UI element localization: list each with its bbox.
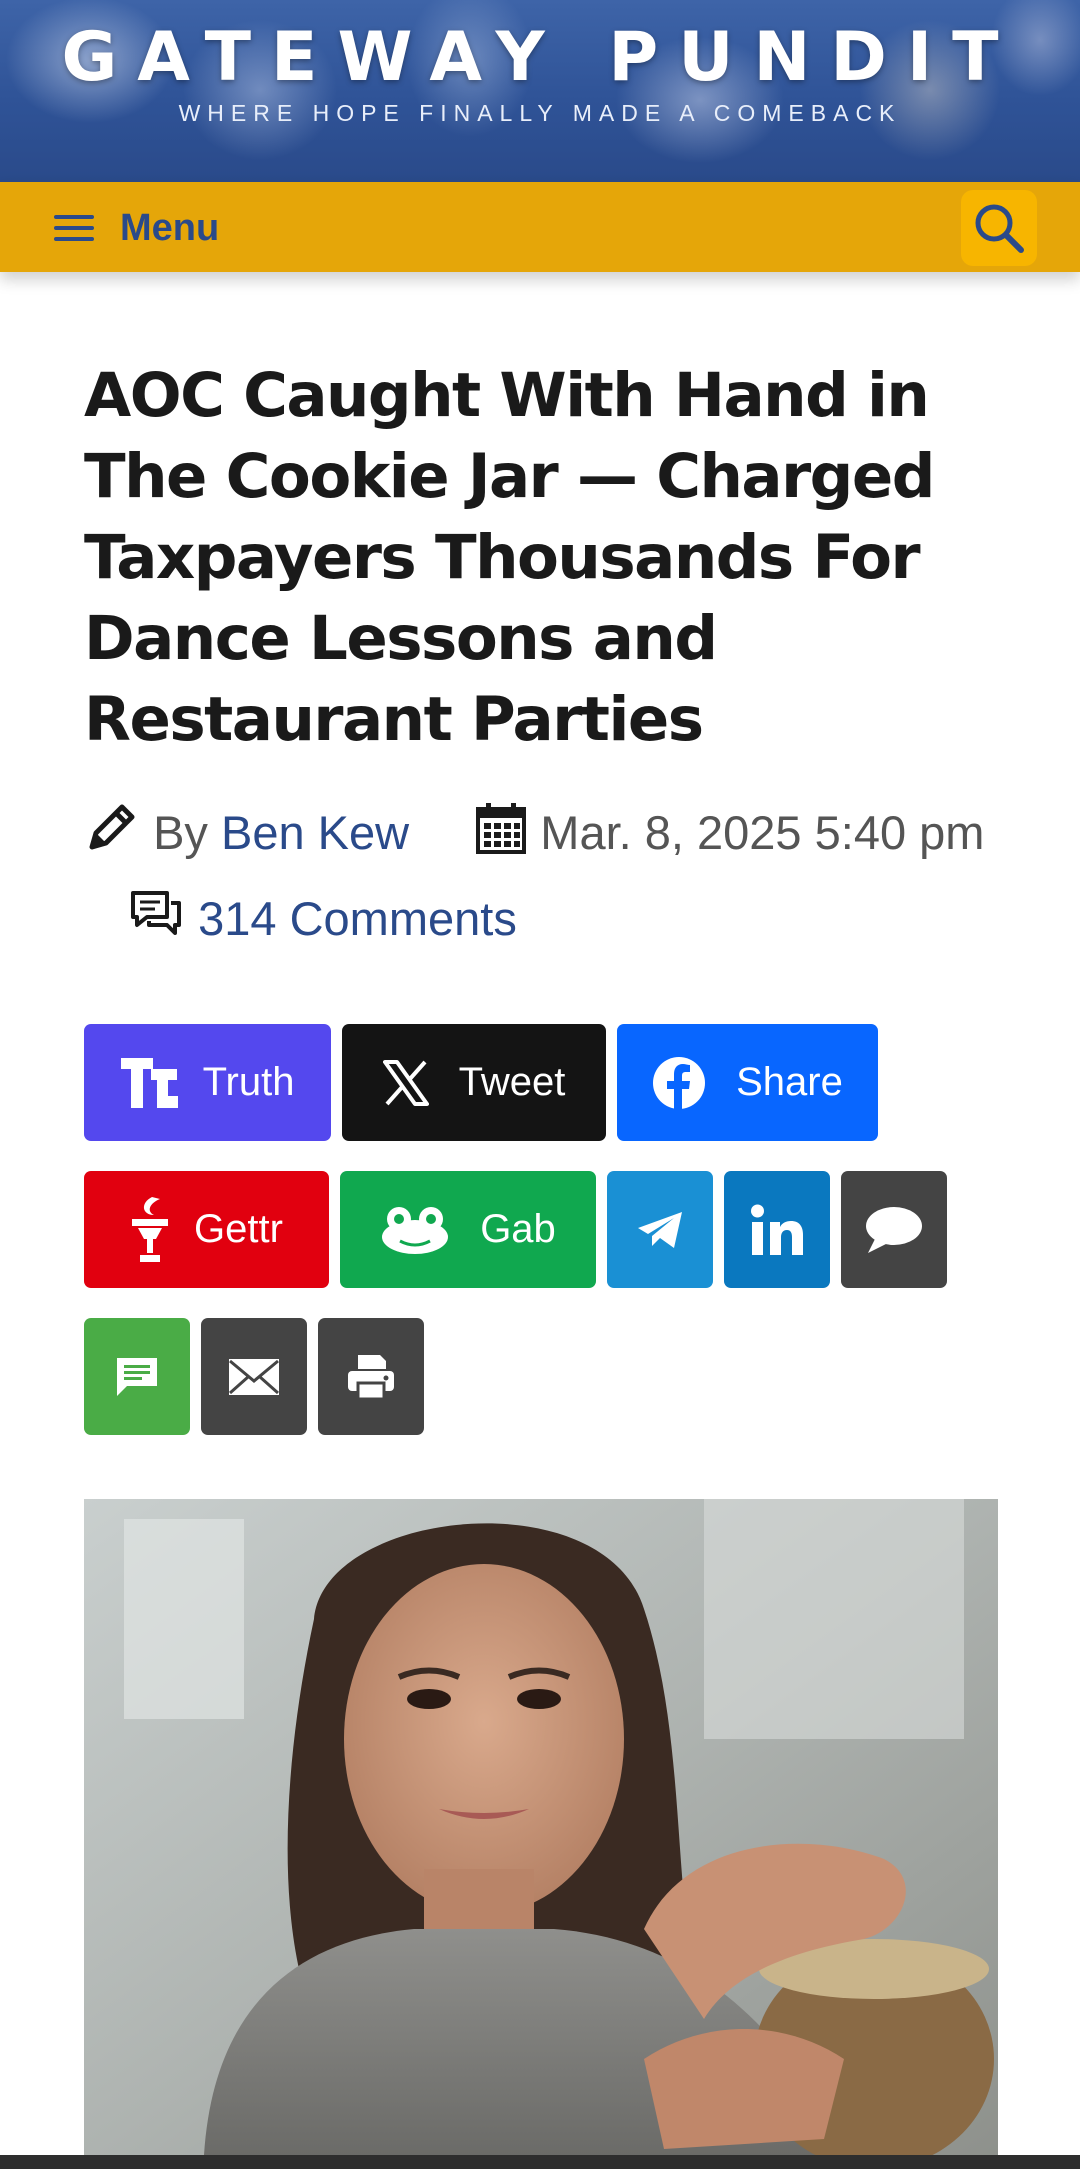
printer-icon (348, 1354, 394, 1400)
telegram-icon (638, 1211, 682, 1248)
share-truth-label: Truth (202, 1060, 295, 1104)
speech-bubble-icon (866, 1206, 922, 1253)
share-gettr-label: Gettr (194, 1207, 283, 1251)
share-tweet-label: Tweet (458, 1060, 566, 1104)
bottom-strip (0, 2155, 1080, 2169)
gettr-icon (132, 1196, 169, 1262)
article-hero-image (84, 1499, 998, 2155)
menu-bar: Menu (0, 182, 1080, 272)
site-tagline: WHERE HOPE FINALLY MADE A COMEBACK (178, 100, 902, 126)
hamburger-icon (52, 212, 96, 244)
comments-icon (131, 891, 182, 935)
article-headline: AOC Caught With Hand in The Cookie Jar —… (84, 360, 935, 755)
linkedin-icon (751, 1204, 803, 1255)
search-icon (975, 204, 1024, 253)
share-facebook-label: Share (736, 1060, 843, 1104)
share-email-button[interactable] (201, 1318, 307, 1435)
byline-prefix: By (153, 806, 208, 859)
share-gab-button[interactable]: Gab (340, 1171, 596, 1288)
publish-date: Mar. 8, 2025 5:40 pm (540, 806, 985, 859)
pencil-icon (89, 804, 135, 850)
search-button[interactable] (961, 190, 1037, 266)
share-gab-label: Gab (480, 1207, 556, 1251)
email-icon (229, 1358, 279, 1395)
facebook-icon (653, 1056, 706, 1110)
comments-link[interactable]: 314 Comments (198, 892, 517, 945)
author-link[interactable]: Ben Kew (221, 806, 409, 859)
share-facebook-button[interactable]: Share (617, 1024, 878, 1141)
share-sms-button[interactable] (84, 1318, 190, 1435)
x-icon (382, 1059, 429, 1106)
share-truth-button[interactable]: Truth (84, 1024, 331, 1141)
truth-social-icon (120, 1057, 178, 1108)
share-telegram-button[interactable] (607, 1171, 713, 1288)
gab-frog-icon (382, 1206, 449, 1254)
share-comment-button[interactable] (841, 1171, 947, 1288)
menu-button[interactable]: Menu (52, 202, 219, 254)
site-title[interactable]: GATEWAY PUNDIT (0, 18, 1080, 98)
article-meta: By Ben Kew Mar. 8, 2025 5:40 pm 314 Comm… (84, 790, 1014, 962)
share-tweet-button[interactable]: Tweet (342, 1024, 606, 1141)
share-linkedin-button[interactable] (724, 1171, 830, 1288)
calendar-icon (476, 803, 527, 854)
menu-label: Menu (120, 206, 220, 249)
hero-photo (84, 1499, 998, 2155)
site-banner[interactable]: GATEWAY PUNDIT WHERE HOPE FINALLY MADE A… (0, 0, 1080, 182)
share-gettr-button[interactable]: Gettr (84, 1171, 329, 1288)
sms-icon (117, 1357, 157, 1396)
share-print-button[interactable] (318, 1318, 424, 1435)
